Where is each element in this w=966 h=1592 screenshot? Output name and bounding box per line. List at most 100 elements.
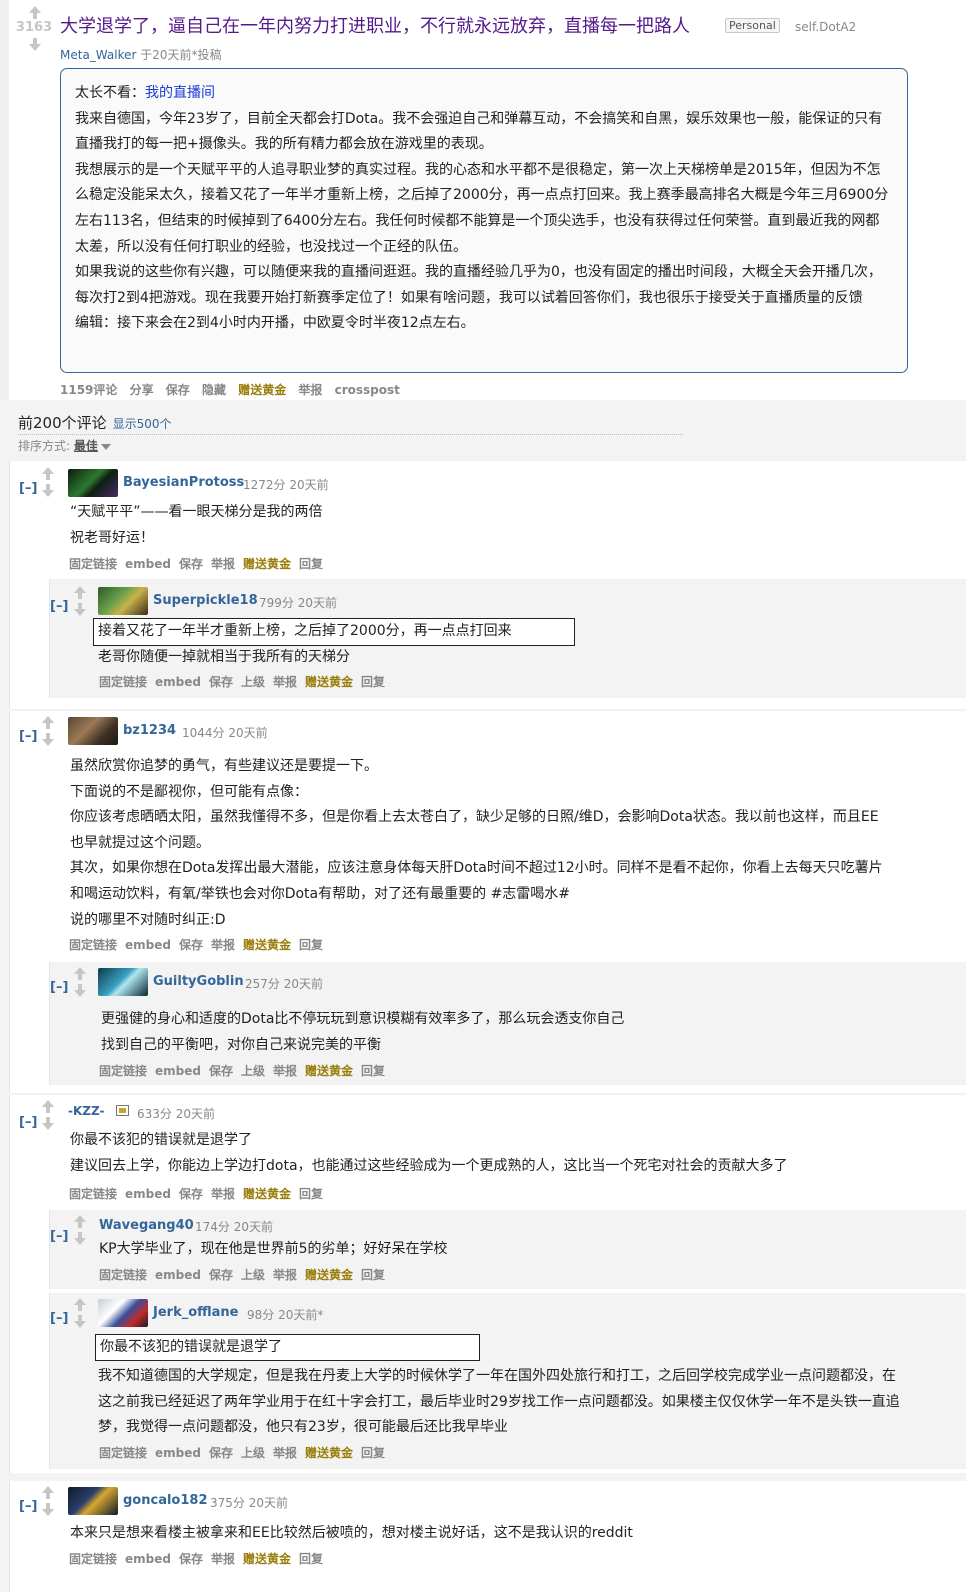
collapse-toggle[interactable]: [–] xyxy=(19,729,37,744)
permalink-button[interactable]: 固定链接 xyxy=(69,1552,117,1566)
comment-author[interactable]: GuiltyGoblin xyxy=(153,974,244,989)
parent-button[interactable]: 上级 xyxy=(241,1268,265,1282)
collapse-toggle[interactable]: [–] xyxy=(19,481,37,496)
permalink-button[interactable]: 固定链接 xyxy=(99,675,147,689)
comment-author[interactable]: goncalo182 xyxy=(123,1493,208,1508)
avatar[interactable] xyxy=(68,1487,118,1515)
save-button[interactable]: 保存 xyxy=(209,1446,233,1460)
comment-author[interactable]: Superpickle18 xyxy=(153,593,258,608)
downvote-icon[interactable] xyxy=(73,984,87,998)
upvote-icon[interactable] xyxy=(41,1486,55,1500)
parent-button[interactable]: 上级 xyxy=(241,1446,265,1460)
crosspost-button[interactable]: crosspost xyxy=(335,383,400,397)
save-button[interactable]: 保存 xyxy=(179,557,203,571)
avatar[interactable] xyxy=(68,717,118,745)
save-button[interactable]: 保存 xyxy=(209,1064,233,1078)
comment-author[interactable]: Wavegang40 xyxy=(99,1218,194,1233)
embed-button[interactable]: embed xyxy=(155,1064,201,1078)
permalink-button[interactable]: 固定链接 xyxy=(99,1446,147,1460)
collapse-toggle[interactable]: [–] xyxy=(19,1115,37,1130)
avatar[interactable] xyxy=(98,968,148,996)
parent-button[interactable]: 上级 xyxy=(241,675,265,689)
sort-value[interactable]: 最佳 xyxy=(74,439,98,453)
collapse-toggle[interactable]: [–] xyxy=(50,1229,68,1244)
hide-button[interactable]: 隐藏 xyxy=(202,383,226,397)
upvote-icon[interactable] xyxy=(41,467,55,481)
post-upvote-icon[interactable] xyxy=(28,6,42,20)
report-button[interactable]: 举报 xyxy=(211,1187,235,1201)
downvote-icon[interactable] xyxy=(73,1315,87,1329)
comment-author[interactable]: BayesianProtoss xyxy=(123,475,244,490)
downvote-icon[interactable] xyxy=(41,1503,55,1517)
give-gold-button[interactable]: 赠送黄金 xyxy=(305,675,353,689)
comment-author[interactable]: -KZZ- xyxy=(68,1104,104,1118)
downvote-icon[interactable] xyxy=(73,1232,87,1246)
post-author-link[interactable]: Meta_Walker xyxy=(60,48,136,62)
reply-button[interactable]: 回复 xyxy=(299,1552,323,1566)
upvote-icon[interactable] xyxy=(73,1215,87,1229)
save-button[interactable]: 保存 xyxy=(179,1552,203,1566)
give-gold-button[interactable]: 赠送黄金 xyxy=(243,938,291,952)
permalink-button[interactable]: 固定链接 xyxy=(69,557,117,571)
embed-button[interactable]: embed xyxy=(155,1446,201,1460)
upvote-icon[interactable] xyxy=(73,586,87,600)
permalink-button[interactable]: 固定链接 xyxy=(99,1064,147,1078)
permalink-button[interactable]: 固定链接 xyxy=(69,938,117,952)
give-gold-button[interactable]: 赠送黄金 xyxy=(243,1187,291,1201)
upvote-icon[interactable] xyxy=(73,967,87,981)
save-button[interactable]: 保存 xyxy=(179,1187,203,1201)
downvote-icon[interactable] xyxy=(41,484,55,498)
share-button[interactable]: 分享 xyxy=(130,383,154,397)
reply-button[interactable]: 回复 xyxy=(361,1446,385,1460)
embed-button[interactable]: embed xyxy=(155,675,201,689)
upvote-icon[interactable] xyxy=(73,1298,87,1312)
avatar[interactable] xyxy=(68,469,118,497)
reply-button[interactable]: 回复 xyxy=(299,557,323,571)
reply-button[interactable]: 回复 xyxy=(361,1268,385,1282)
report-button[interactable]: 举报 xyxy=(273,1064,297,1078)
reply-button[interactable]: 回复 xyxy=(361,675,385,689)
embed-button[interactable]: embed xyxy=(125,557,171,571)
avatar[interactable] xyxy=(98,1299,148,1327)
embed-button[interactable]: embed xyxy=(125,938,171,952)
stream-link[interactable]: 我的直播间 xyxy=(145,85,215,101)
collapse-toggle[interactable]: [–] xyxy=(50,599,68,614)
embed-button[interactable]: embed xyxy=(155,1268,201,1282)
avatar[interactable] xyxy=(98,587,148,615)
report-button[interactable]: 举报 xyxy=(273,1268,297,1282)
sort-selector[interactable]: 排序方式: 最佳 xyxy=(18,437,111,454)
save-button[interactable]: 保存 xyxy=(209,675,233,689)
parent-button[interactable]: 上级 xyxy=(241,1064,265,1078)
report-button[interactable]: 举报 xyxy=(273,675,297,689)
post-domain[interactable]: self.DotA2 xyxy=(795,20,856,34)
post-title[interactable]: 大学退学了，逼自己在一年内努力打进职业，不行就永远放弃，直播每一把路人 xyxy=(60,12,690,38)
downvote-icon[interactable] xyxy=(41,733,55,747)
upvote-icon[interactable] xyxy=(41,716,55,730)
give-gold-button[interactable]: 赠送黄金 xyxy=(243,1552,291,1566)
show-more-link[interactable]: 显示500个 xyxy=(113,417,172,431)
report-button[interactable]: 举报 xyxy=(211,557,235,571)
collapse-toggle[interactable]: [–] xyxy=(50,980,68,995)
save-button[interactable]: 保存 xyxy=(166,383,190,397)
chevron-down-icon[interactable] xyxy=(100,443,111,450)
embed-button[interactable]: embed xyxy=(125,1552,171,1566)
reply-button[interactable]: 回复 xyxy=(299,1187,323,1201)
report-button[interactable]: 举报 xyxy=(298,383,322,397)
collapse-toggle[interactable]: [–] xyxy=(50,1311,68,1326)
downvote-icon[interactable] xyxy=(73,603,87,617)
give-gold-button[interactable]: 赠送黄金 xyxy=(305,1446,353,1460)
give-gold-button[interactable]: 赠送黄金 xyxy=(305,1064,353,1078)
give-gold-button[interactable]: 赠送黄金 xyxy=(243,557,291,571)
comment-author[interactable]: bz1234 xyxy=(123,723,176,738)
give-gold-button[interactable]: 赠送黄金 xyxy=(238,383,286,397)
permalink-button[interactable]: 固定链接 xyxy=(99,1268,147,1282)
downvote-icon[interactable] xyxy=(41,1117,55,1131)
save-button[interactable]: 保存 xyxy=(209,1268,233,1282)
comments-count-button[interactable]: 1159评论 xyxy=(60,383,117,397)
upvote-icon[interactable] xyxy=(41,1100,55,1114)
report-button[interactable]: 举报 xyxy=(211,1552,235,1566)
give-gold-button[interactable]: 赠送黄金 xyxy=(305,1268,353,1282)
reply-button[interactable]: 回复 xyxy=(299,938,323,952)
embed-button[interactable]: embed xyxy=(125,1187,171,1201)
save-button[interactable]: 保存 xyxy=(179,938,203,952)
